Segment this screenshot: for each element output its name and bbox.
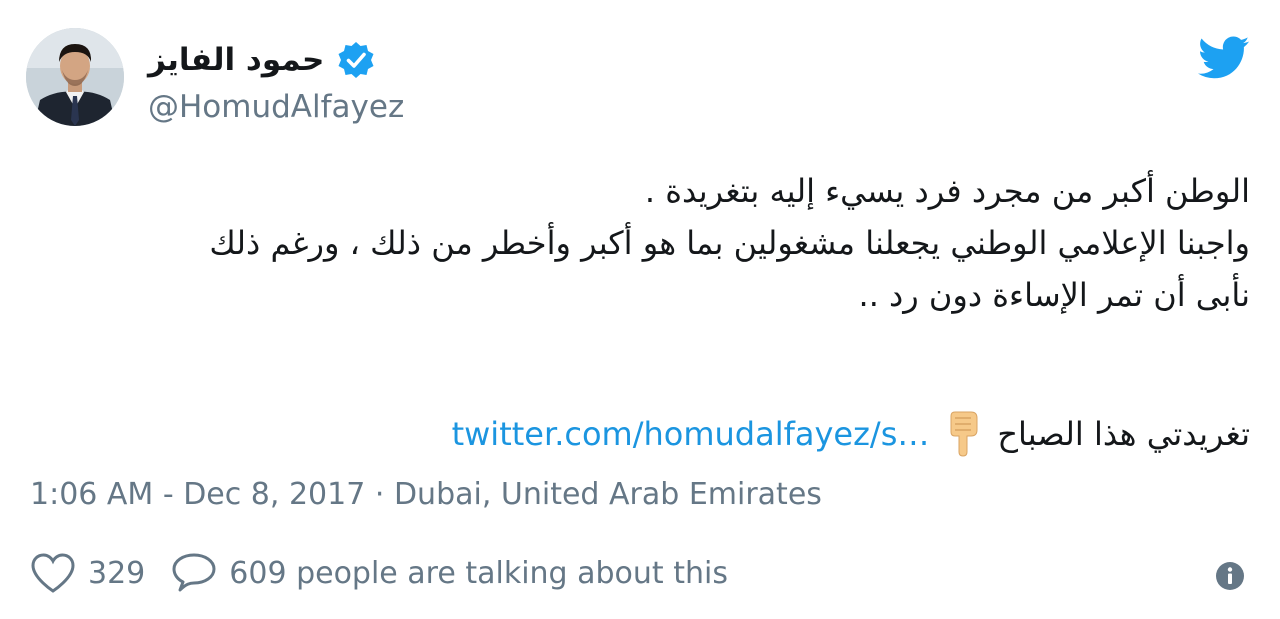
display-name[interactable]: حمود الفايز <box>148 42 324 78</box>
location[interactable]: Dubai, United Arab Emirates <box>394 477 822 512</box>
tweet-line: نأبى أن تمر الإساءة دون رد .. <box>858 276 1250 314</box>
verified-badge-icon <box>336 40 376 80</box>
like-button[interactable]: 329 <box>30 552 145 594</box>
link-label: تغريدتي هذا الصباح <box>997 415 1250 453</box>
tweet-actions: 329 609 people are talking about this <box>30 548 728 598</box>
info-icon[interactable] <box>1214 560 1246 592</box>
timestamp[interactable]: 1:06 AM - Dec 8, 2017 <box>30 477 365 512</box>
tweet-line: واجبنا الإعلامي الوطني يجعلنا مشغولين بم… <box>209 224 1250 262</box>
tweet-line: الوطن أكبر من مجرد فرد يسيء إليه بتغريدة… <box>644 172 1250 210</box>
author-name-row[interactable]: حمود الفايز <box>148 36 376 84</box>
pointing-down-hand-icon <box>943 410 983 458</box>
reply-bubble-icon <box>172 553 216 592</box>
twitter-bird-icon[interactable] <box>1198 36 1250 80</box>
heart-icon <box>31 553 75 593</box>
meta-separator: · <box>374 477 385 512</box>
reply-button[interactable]: 609 people are talking about this <box>171 552 728 594</box>
avatar[interactable] <box>26 28 124 126</box>
like-count: 329 <box>88 555 146 591</box>
tweet-link-row: تغريدتي هذا الصباح twitter.com/homudalfa… <box>452 408 1250 460</box>
author-handle[interactable]: @HomudAlfayez <box>148 89 404 125</box>
tweet-link[interactable]: twitter.com/homudalfayez/s… <box>452 408 930 460</box>
tweet-text: الوطن أكبر من مجرد فرد يسيء إليه بتغريدة… <box>30 165 1250 321</box>
tweet-card: حمود الفايز @HomudAlfayez الوطن أكبر من … <box>0 0 1280 619</box>
replies-text: 609 people are talking about this <box>229 555 728 591</box>
tweet-meta: 1:06 AM - Dec 8, 2017 · Dubai, United Ar… <box>30 477 822 512</box>
